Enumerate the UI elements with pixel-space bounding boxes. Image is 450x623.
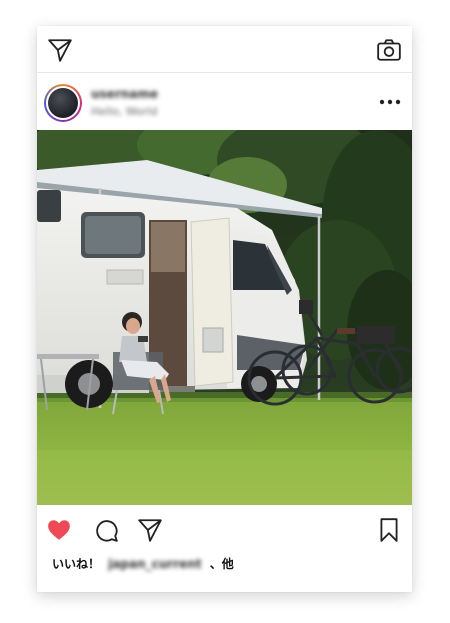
- likes-suffix[interactable]: 、他: [210, 555, 234, 572]
- post-card: username Hello, World いいね！ japan_current…: [37, 26, 412, 592]
- action-bar: [37, 505, 412, 551]
- post-photo[interactable]: [37, 130, 412, 505]
- avatar[interactable]: [44, 84, 82, 122]
- heart-icon[interactable]: [46, 517, 72, 543]
- bookmark-icon[interactable]: [376, 517, 402, 543]
- send-icon[interactable]: [47, 37, 73, 63]
- post-header: username Hello, World: [37, 73, 412, 130]
- liked-by-user[interactable]: japan_current: [108, 557, 201, 571]
- username[interactable]: username: [91, 87, 158, 101]
- comment-icon[interactable]: [93, 517, 119, 543]
- send-icon[interactable]: [137, 517, 163, 543]
- top-bar: [37, 26, 412, 73]
- likes-summary: いいね！ japan_current 、他: [52, 555, 234, 572]
- more-icon[interactable]: [378, 98, 402, 106]
- likes-prefix: いいね！: [52, 557, 101, 571]
- post-subtitle: Hello, World: [91, 105, 158, 118]
- camera-icon[interactable]: [376, 37, 402, 63]
